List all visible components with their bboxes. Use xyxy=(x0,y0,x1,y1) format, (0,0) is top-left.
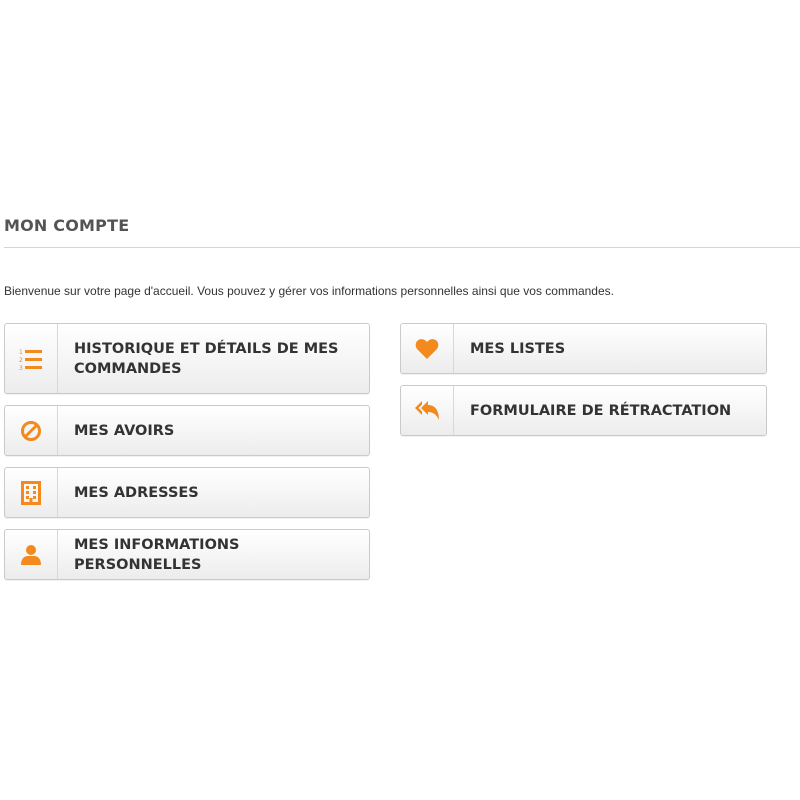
numbered-list-icon: 1 2 3 xyxy=(5,324,58,393)
order-history-label: HISTORIQUE ET DÉTAILS DE MES COMMANDES xyxy=(74,340,339,377)
account-links-left: 1 2 3 HISTORIQUE ET DÉTAILS DE MES COMMA… xyxy=(4,323,370,591)
svg-text:1: 1 xyxy=(19,349,23,356)
credit-slips-label: MES AVOIRS xyxy=(74,422,175,439)
welcome-text: Bienvenue sur votre page d'accueil. Vous… xyxy=(4,284,614,298)
svg-text:3: 3 xyxy=(19,365,23,371)
personal-info-button[interactable]: MES INFORMATIONS PERSONNELLES xyxy=(4,529,370,580)
heart-icon xyxy=(401,324,454,373)
ban-icon xyxy=(5,406,58,455)
reply-all-icon xyxy=(401,386,454,435)
building-icon xyxy=(5,468,58,517)
addresses-button[interactable]: MES ADRESSES xyxy=(4,467,370,518)
page-title: MON COMPTE xyxy=(4,216,800,248)
order-history-button[interactable]: 1 2 3 HISTORIQUE ET DÉTAILS DE MES COMMA… xyxy=(4,323,370,394)
addresses-label: MES ADRESSES xyxy=(74,484,199,501)
wishlists-button[interactable]: MES LISTES xyxy=(400,323,767,374)
account-page: MON COMPTE Bienvenue sur votre page d'ac… xyxy=(0,0,800,800)
account-links-right: MES LISTES FORMULAIRE DE RÉTRACTATION xyxy=(400,323,767,447)
svg-text:2: 2 xyxy=(19,357,23,364)
withdrawal-form-button[interactable]: FORMULAIRE DE RÉTRACTATION xyxy=(400,385,767,436)
credit-slips-button[interactable]: MES AVOIRS xyxy=(4,405,370,456)
wishlists-label: MES LISTES xyxy=(470,340,566,357)
personal-info-label: MES INFORMATIONS PERSONNELLES xyxy=(74,536,240,573)
withdrawal-form-label: FORMULAIRE DE RÉTRACTATION xyxy=(470,402,732,419)
user-icon xyxy=(5,530,58,579)
